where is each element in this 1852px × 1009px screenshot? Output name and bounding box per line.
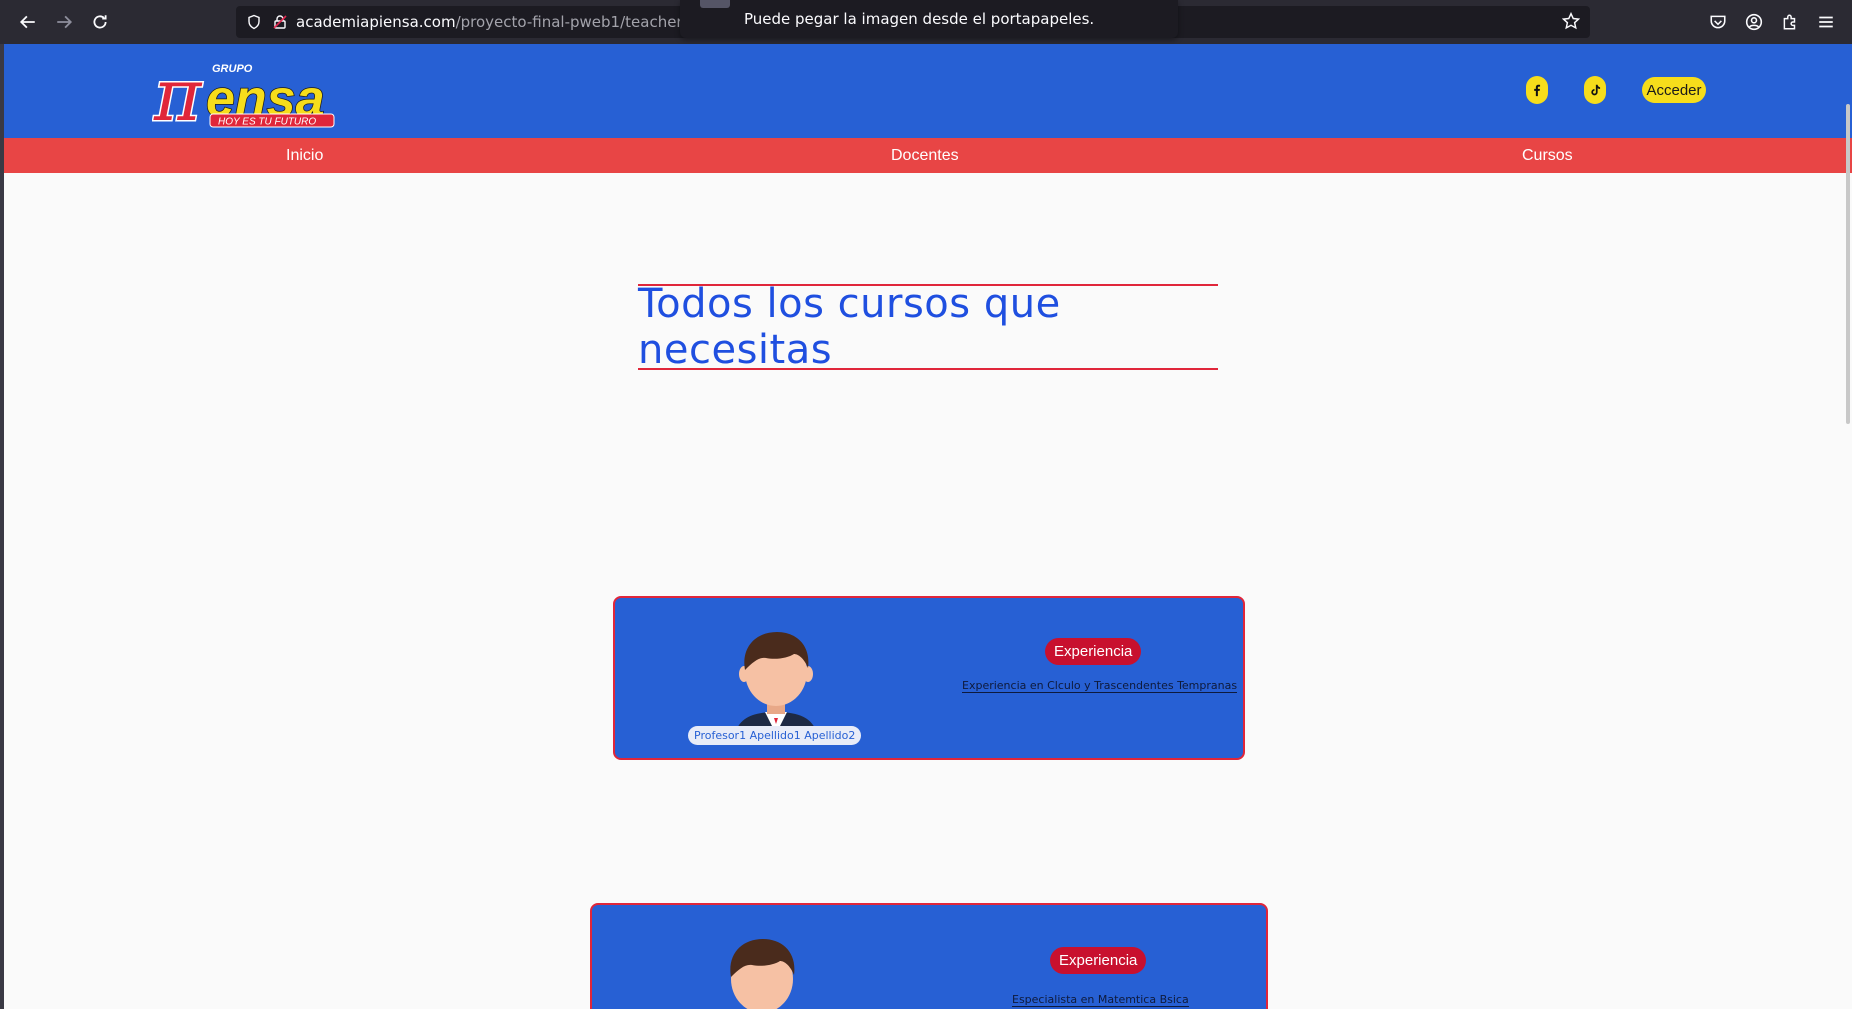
url-path: /proyecto-final-pweb1/teachers.h	[455, 13, 705, 31]
reload-icon	[93, 15, 107, 29]
teacher-avatar	[730, 939, 795, 1009]
experience-text: Especialista en Matemtica Bsica	[1012, 993, 1189, 1007]
nav-item-inicio[interactable]: Inicio	[286, 138, 323, 173]
bookmark-star-icon[interactable]	[1561, 11, 1582, 32]
account-icon	[1745, 13, 1763, 31]
experience-badge: Experiencia	[1045, 638, 1142, 665]
page-viewport: GRUPO π ensa HOY ES TU FUTURO Acceder In…	[4, 44, 1852, 1009]
reload-button[interactable]	[82, 4, 118, 40]
tiktok-icon	[1591, 84, 1601, 96]
arrow-right-icon	[57, 15, 73, 29]
insecure-lock-icon[interactable]	[270, 12, 290, 32]
main-nav: Inicio Docentes Cursos	[4, 138, 1852, 173]
facebook-icon	[1534, 84, 1541, 97]
login-button[interactable]: Acceder	[1642, 77, 1706, 103]
nav-item-cursos[interactable]: Cursos	[1522, 138, 1573, 173]
site-logo[interactable]: GRUPO π ensa HOY ES TU FUTURO	[152, 52, 342, 139]
arrow-left-icon	[19, 15, 35, 29]
toast-message: Puede pegar la imagen desde el portapape…	[744, 10, 1095, 28]
facebook-link[interactable]	[1526, 76, 1548, 104]
tiktok-link[interactable]	[1584, 76, 1606, 104]
page-scrollbar[interactable]	[1846, 104, 1850, 424]
toolbar-right	[1700, 4, 1844, 40]
puzzle-icon	[1783, 14, 1796, 30]
extensions-button[interactable]	[1772, 4, 1808, 40]
svg-text:HOY ES TU FUTURO: HOY ES TU FUTURO	[218, 117, 316, 128]
section-title-frame: Todos los cursos que necesitas	[638, 281, 1218, 373]
clipboard-toast: Puede pegar la imagen desde el portapape…	[680, 0, 1178, 38]
url-host: academiapiensa.com	[296, 13, 456, 31]
account-button[interactable]	[1736, 4, 1772, 40]
menu-button[interactable]	[1808, 4, 1844, 40]
teacher-name: Profesor1 Apellido1 Apellido2	[688, 726, 862, 745]
nav-item-docentes[interactable]: Docentes	[891, 138, 959, 173]
svg-text:π: π	[153, 54, 203, 128]
experience-text: Experiencia en Clculo y Trascendentes Te…	[962, 679, 1238, 693]
forward-button[interactable]	[46, 4, 82, 40]
hamburger-icon	[1819, 16, 1833, 28]
site-header: GRUPO π ensa HOY ES TU FUTURO Acceder	[4, 44, 1852, 139]
teacher-card: Profesor1 Apellido1 Apellido2 Experienci…	[613, 596, 1245, 760]
back-button[interactable]	[10, 4, 46, 40]
teacher-avatar	[735, 632, 817, 734]
shield-icon[interactable]	[244, 12, 264, 32]
pocket-button[interactable]	[1700, 4, 1736, 40]
teacher-card: Experiencia Especialista en Matemtica Bs…	[590, 903, 1268, 1009]
experience-badge: Experiencia	[1050, 947, 1147, 974]
pocket-icon	[1710, 15, 1726, 29]
page-title: Todos los cursos que necesitas	[638, 281, 1061, 373]
toast-thumbnail	[700, 0, 730, 8]
